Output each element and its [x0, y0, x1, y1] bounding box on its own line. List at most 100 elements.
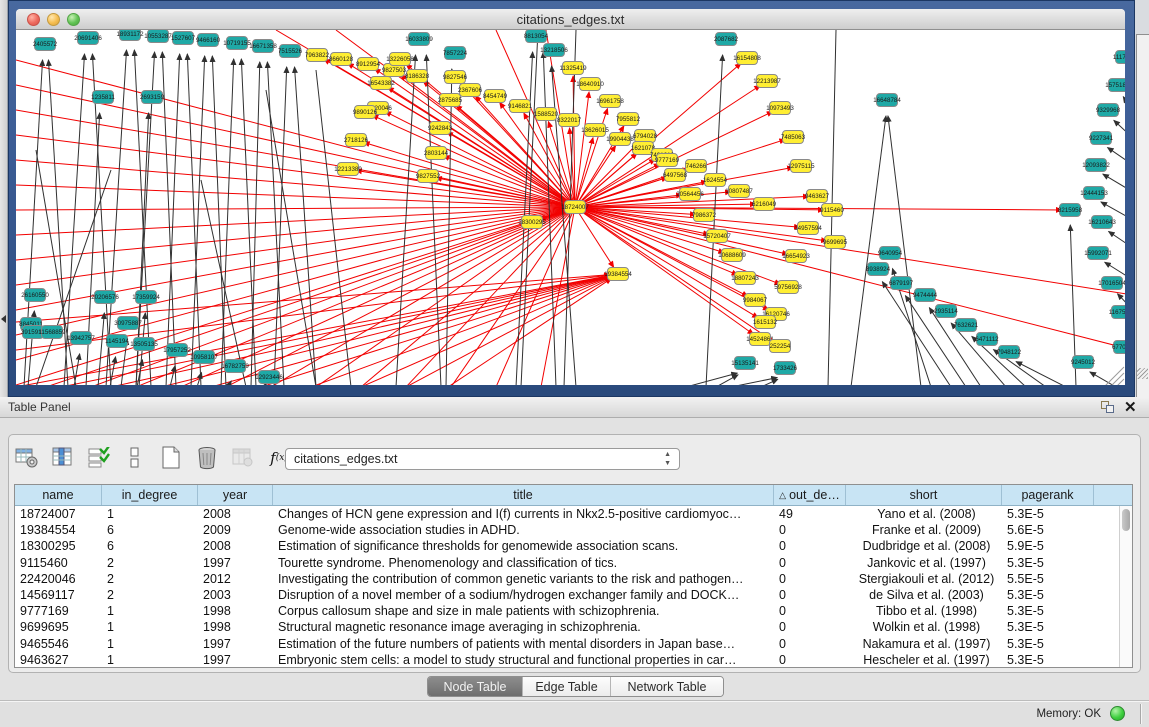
table-cell[interactable]: Estimation of significance thresholds fo… — [273, 539, 774, 553]
table-cell[interactable]: Genome-wide association studies in ADHD. — [273, 523, 774, 537]
graph-edge[interactable] — [46, 207, 575, 385]
select-all-icon[interactable] — [86, 446, 112, 471]
table-row[interactable]: 977716911998Corpus callosum shape and si… — [15, 603, 1132, 619]
table-cell[interactable]: 19384554 — [15, 523, 102, 537]
graph-edge[interactable] — [16, 207, 575, 235]
graph-edge[interactable] — [98, 313, 104, 385]
column-header-name[interactable]: name — [15, 485, 102, 505]
graph-edge[interactable] — [16, 207, 575, 285]
graph-edge[interactable] — [731, 378, 777, 385]
table-cell[interactable]: 1998 — [198, 620, 273, 634]
table-cell[interactable]: Embryonic stem cells: a model to study s… — [273, 653, 774, 667]
graph-edge[interactable] — [212, 56, 226, 385]
column-header-short[interactable]: short — [846, 485, 1002, 505]
graph-edge[interactable] — [211, 276, 610, 385]
graph-edge[interactable] — [110, 357, 116, 385]
table-cell[interactable]: 1 — [102, 507, 198, 521]
vertical-scrollbar[interactable] — [1119, 506, 1132, 667]
table-cell[interactable]: 2 — [102, 556, 198, 570]
table-cell[interactable]: 5.3E-5 — [1002, 620, 1094, 634]
table-cell[interactable]: Changes of HCN gene expression and I(f) … — [273, 507, 774, 521]
table-row[interactable]: 1938455462009Genome-wide association stu… — [15, 522, 1132, 538]
graph-edge[interactable] — [1016, 362, 1066, 385]
table-cell[interactable]: 0 — [774, 588, 846, 602]
graph-edge[interactable] — [364, 142, 575, 207]
table-cell[interactable]: 5.3E-5 — [1002, 604, 1094, 618]
column-header-out_de[interactable]: △out_de… — [774, 485, 846, 505]
graph-edge[interactable] — [372, 115, 575, 207]
table-cell[interactable]: 18300295 — [15, 539, 102, 553]
graph-edge[interactable] — [575, 207, 758, 318]
background-window-edge[interactable] — [1136, 34, 1149, 397]
graph-edge[interactable] — [1114, 120, 1125, 138]
column-header-title[interactable]: title — [273, 485, 774, 505]
table-cell[interactable]: 9777169 — [15, 604, 102, 618]
collapse-panel-icon[interactable] — [1, 315, 6, 323]
table-cell[interactable]: 6 — [102, 523, 198, 537]
table-cell[interactable]: 0 — [774, 539, 846, 553]
table-cell[interactable]: 5.9E-5 — [1002, 539, 1094, 553]
table-cell[interactable]: 1 — [102, 637, 198, 651]
table-cell[interactable]: 1 — [102, 653, 198, 667]
table-cell[interactable]: 1 — [102, 620, 198, 634]
graph-edge[interactable] — [356, 170, 575, 207]
table-cell[interactable]: Franke et al. (2009) — [846, 523, 1002, 537]
table-row[interactable]: 2242004622012Investigating the contribut… — [15, 571, 1132, 587]
table-row[interactable]: 1872400712008Changes of HCN gene express… — [15, 506, 1132, 522]
table-cell[interactable]: 9115460 — [15, 556, 102, 570]
table-cell[interactable]: 1998 — [198, 604, 273, 618]
table-cell[interactable]: 6 — [102, 539, 198, 553]
table-cell[interactable]: 0 — [774, 604, 846, 618]
table-row[interactable]: 946362711997Embryonic stem cells: a mode… — [15, 652, 1132, 668]
resize-grip-icon[interactable] — [1137, 368, 1148, 379]
table-cell[interactable]: 18724007 — [15, 507, 102, 521]
graph-edge[interactable] — [575, 207, 1125, 350]
table-cell[interactable]: Stergiakouli et al. (2012) — [846, 572, 1002, 586]
table-row[interactable]: 969969511998Structural magnetic resonanc… — [15, 619, 1132, 635]
table-cell[interactable]: 5.5E-5 — [1002, 572, 1094, 586]
table-cell[interactable]: 1 — [102, 604, 198, 618]
table-cell[interactable]: 0 — [774, 637, 846, 651]
table-cell[interactable]: Nakamura et al. (1997) — [846, 637, 1002, 651]
close-panel-icon[interactable]: ✕ — [1124, 398, 1137, 416]
table-cell[interactable]: 5.6E-5 — [1002, 523, 1094, 537]
table-cell[interactable]: 0 — [774, 572, 846, 586]
table-cell[interactable]: Structural magnetic resonance image aver… — [273, 620, 774, 634]
graph-edge[interactable] — [446, 69, 452, 385]
table-cell[interactable]: Disruption of a novel member of a sodium… — [273, 588, 774, 602]
table-row[interactable]: 946554611997Estimation of the future num… — [15, 636, 1132, 652]
table-cell[interactable]: 0 — [774, 653, 846, 667]
float-panel-icon[interactable] — [1101, 401, 1115, 414]
table-cell[interactable]: 2003 — [198, 588, 273, 602]
table-cell[interactable]: Jankovic et al. (1997) — [846, 556, 1002, 570]
table-cell[interactable]: 9699695 — [15, 620, 102, 634]
graph-edge[interactable] — [16, 207, 575, 210]
table-cell[interactable]: 0 — [774, 523, 846, 537]
table-cell[interactable]: 5.3E-5 — [1002, 637, 1094, 651]
table-cell[interactable]: 1997 — [198, 556, 273, 570]
table-cell[interactable]: 49 — [774, 507, 846, 521]
table-cell[interactable]: Tibbo et al. (1998) — [846, 604, 1002, 618]
table-cell[interactable]: Yano et al. (2008) — [846, 507, 1002, 521]
column-header-pagerank[interactable]: pagerank — [1002, 485, 1094, 505]
table-cell[interactable]: Hescheler et al. (1997) — [846, 653, 1002, 667]
table-cell[interactable]: de Silva et al. (2003) — [846, 588, 1002, 602]
table-cell[interactable]: 2008 — [198, 539, 273, 553]
network-canvas[interactable]: 1872400718300295982755212213389280314427… — [16, 30, 1125, 385]
network-titlebar[interactable]: citations_edges.txt — [16, 9, 1125, 30]
table-cell[interactable]: 5.3E-5 — [1002, 556, 1094, 570]
show-columns-icon[interactable] — [50, 446, 76, 471]
table-cell[interactable]: Investigating the contribution of common… — [273, 572, 774, 586]
graph-edge[interactable] — [16, 207, 575, 360]
table-cell[interactable]: 2 — [102, 588, 198, 602]
graph-edge[interactable] — [1108, 148, 1125, 165]
graph-edge[interactable] — [361, 207, 575, 385]
table-cell[interactable]: 2008 — [198, 507, 273, 521]
table-cell[interactable]: 5.3E-5 — [1002, 653, 1094, 667]
merge-rows-icon[interactable] — [122, 446, 148, 471]
graph-edge[interactable] — [448, 278, 611, 385]
table-cell[interactable]: 2 — [102, 572, 198, 586]
column-header-in_degree[interactable]: in_degree — [102, 485, 198, 505]
table-cell[interactable]: 14569117 — [15, 588, 102, 602]
graph-edge[interactable] — [170, 366, 175, 385]
